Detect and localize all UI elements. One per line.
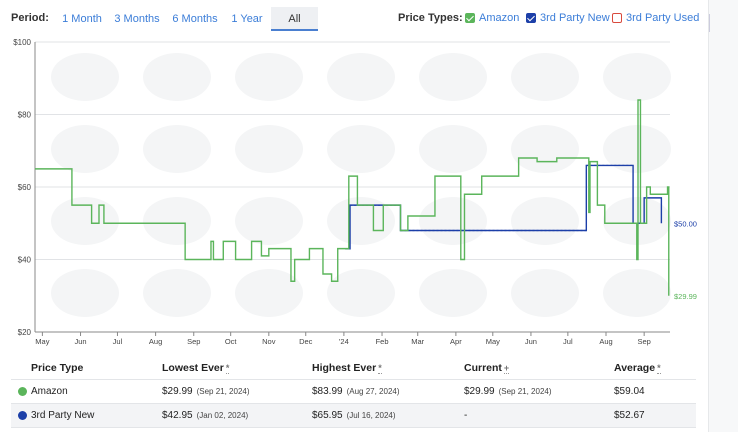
- x-tick-label: Jul: [563, 337, 573, 346]
- x-tick-label: Jun: [74, 337, 86, 346]
- row-current: -: [464, 410, 468, 421]
- scrollbar-strip: [708, 0, 738, 432]
- x-tick-label: Nov: [262, 337, 276, 346]
- watermark-mark: [327, 125, 395, 173]
- x-tick-label: Mar: [411, 337, 424, 346]
- legend-3rd-party-new-label: 3rd Party New: [540, 12, 610, 24]
- checkbox-icon: [465, 13, 475, 23]
- 3rd-party-new-dot-icon: [18, 411, 27, 420]
- header-mark: *: [657, 362, 661, 374]
- legend-3rd-party-used-label: 3rd Party Used: [626, 12, 700, 24]
- x-tick-label: May: [35, 337, 49, 346]
- x-tick-label: '24: [339, 337, 349, 346]
- header-average[interactable]: Average *: [614, 357, 661, 379]
- watermark-mark: [511, 197, 579, 245]
- watermark-mark: [235, 53, 303, 101]
- legend-amazon-label: Amazon: [479, 12, 520, 24]
- table-row-3rd-party-new: 3rd Party New $42.95 (Jan 02, 2024) $65.9…: [11, 404, 696, 428]
- y-tick-label: $40: [18, 256, 32, 265]
- watermark-mark: [603, 269, 671, 317]
- row-highest: $65.95 (Jul 16, 2024): [312, 410, 396, 421]
- watermark-mark: [511, 125, 579, 173]
- x-tick-label: Aug: [149, 337, 162, 346]
- header-mark: +: [503, 362, 510, 374]
- table-row-amazon: Amazon $29.99 (Sep 21, 2024) $83.99 (Aug 2…: [11, 380, 696, 404]
- watermark-mark: [235, 125, 303, 173]
- watermark-mark: [143, 125, 211, 173]
- price-types-label: Price Types:: [398, 12, 463, 24]
- watermark-mark: [143, 269, 211, 317]
- watermark-mark: [511, 269, 579, 317]
- x-tick-label: Feb: [376, 337, 389, 346]
- checkbox-icon: [612, 13, 622, 23]
- watermark-mark: [419, 125, 487, 173]
- period-1-month-button[interactable]: 1 Month: [58, 7, 106, 31]
- watermark-mark: [51, 269, 119, 317]
- watermark-mark: [511, 53, 579, 101]
- period-all-button[interactable]: All: [271, 7, 318, 31]
- end-value-label: $50.00: [674, 219, 697, 228]
- header-highest-ever[interactable]: Highest Ever *: [312, 357, 382, 379]
- row-lowest: $42.95 (Jan 02, 2024): [162, 410, 249, 421]
- y-tick-label: $100: [13, 38, 31, 47]
- amazon-dot-icon: [18, 387, 27, 396]
- watermark-mark: [51, 125, 119, 173]
- watermark-mark: [51, 197, 119, 245]
- row-current: $29.99 (Sep 21, 2024): [464, 386, 552, 397]
- header-mark: *: [378, 362, 382, 374]
- watermark-mark: [235, 269, 303, 317]
- x-tick-label: Sep: [637, 337, 650, 346]
- header-current[interactable]: Current +: [464, 357, 510, 379]
- x-tick-label: Jun: [525, 337, 537, 346]
- x-tick-label: Sep: [187, 337, 200, 346]
- legend-3rd-party-used-toggle[interactable]: 3rd Party Used: [612, 11, 699, 25]
- row-name: Amazon: [31, 386, 68, 397]
- x-tick-label: Dec: [299, 337, 313, 346]
- watermark-mark: [419, 269, 487, 317]
- watermark-mark: [327, 53, 395, 101]
- row-highest: $83.99 (Aug 27, 2024): [312, 386, 400, 397]
- row-lowest: $29.99 (Sep 21, 2024): [162, 386, 250, 397]
- end-value-label: $29.99: [674, 292, 697, 301]
- period-6-months-button[interactable]: 6 Months: [170, 7, 220, 31]
- period-label: Period:: [11, 12, 49, 24]
- watermark-mark: [235, 197, 303, 245]
- period-3-months-button[interactable]: 3 Months: [112, 7, 162, 31]
- x-tick-label: Oct: [225, 337, 238, 346]
- row-name: 3rd Party New: [31, 410, 95, 421]
- watermark-mark: [419, 197, 487, 245]
- scrollbar-edge: [709, 14, 710, 32]
- x-tick-label: Jul: [113, 337, 123, 346]
- price-history-chart[interactable]: $100$80$60$40$20May Jun Jul Aug Sep Oct Nov Dec…: [0, 36, 706, 352]
- checkbox-icon: [526, 13, 536, 23]
- legend-amazon-toggle[interactable]: Amazon: [465, 11, 519, 25]
- y-tick-label: $80: [18, 111, 32, 120]
- chart-toolbar: Period: 1 Month 3 Months 6 Months 1 Year…: [0, 0, 706, 38]
- header-lowest-ever[interactable]: Lowest Ever *: [162, 357, 230, 379]
- watermark-mark: [143, 53, 211, 101]
- x-tick-label: Aug: [599, 337, 612, 346]
- y-tick-label: $20: [18, 328, 32, 337]
- watermark-mark: [419, 53, 487, 101]
- watermark-mark: [327, 197, 395, 245]
- row-average: $59.04: [614, 386, 645, 397]
- watermark-mark: [143, 197, 211, 245]
- header-mark: *: [225, 362, 230, 374]
- x-tick-label: May: [486, 337, 500, 346]
- row-average: $52.67: [614, 410, 645, 421]
- x-tick-label: Apr: [450, 337, 462, 346]
- watermark-mark: [51, 53, 119, 101]
- header-price-type: Price Type: [31, 362, 84, 374]
- watermark-mark: [603, 53, 671, 101]
- price-summary-table: Price Type Lowest Ever * Highest Ever * Cu…: [11, 357, 696, 428]
- period-1-year-button[interactable]: 1 Year: [228, 7, 266, 31]
- legend-3rd-party-new-toggle[interactable]: 3rd Party New: [526, 11, 610, 25]
- y-tick-label: $60: [18, 183, 32, 192]
- table-header-row: Price Type Lowest Ever * Highest Ever * Cu…: [11, 357, 696, 380]
